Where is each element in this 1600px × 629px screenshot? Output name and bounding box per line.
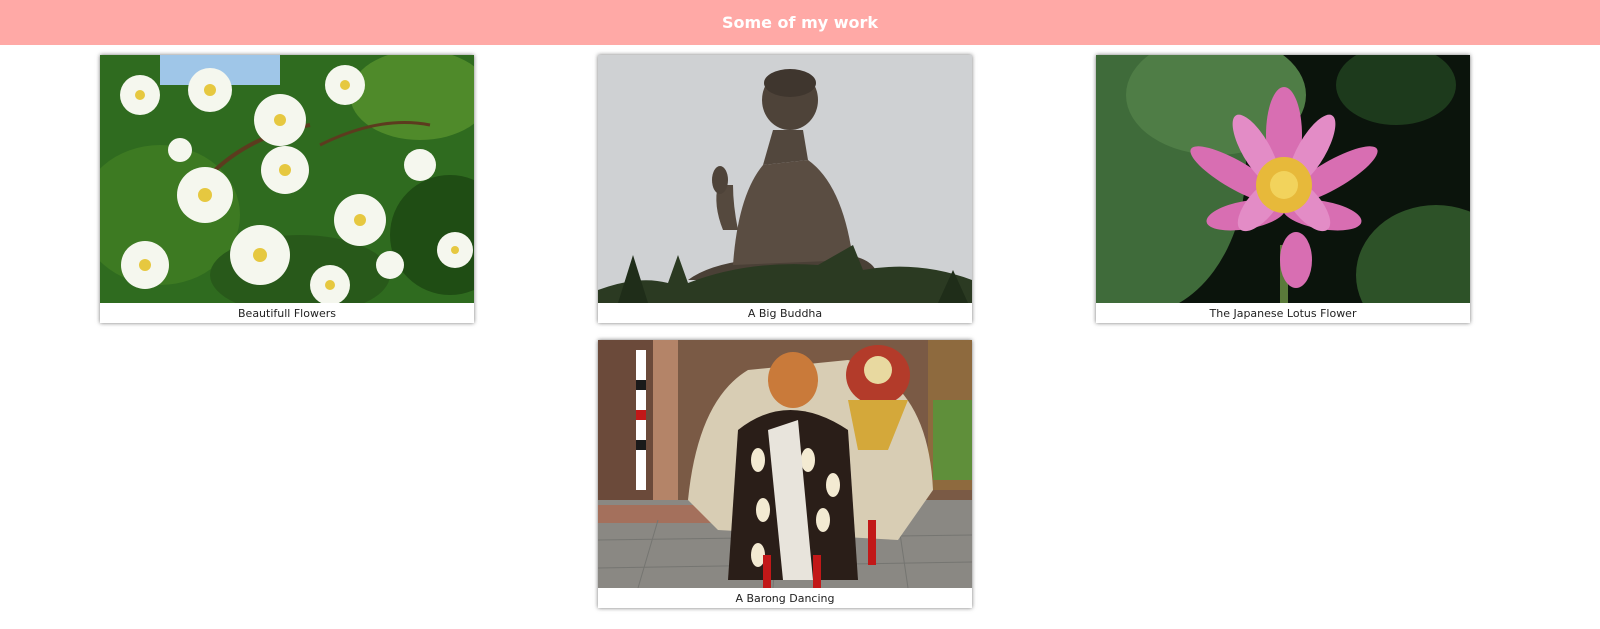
card-caption: A Big Buddha <box>747 307 823 320</box>
gallery-card-buddha[interactable]: A Big Buddha <box>598 55 972 323</box>
pink-lotus-flower-photo[interactable] <box>1096 55 1470 303</box>
big-buddha-statue-photo[interactable] <box>598 55 972 303</box>
card-caption: Beautifull Flowers <box>238 307 336 320</box>
page-header: Some of my work <box>0 0 1600 45</box>
card-caption: The Japanese Lotus Flower <box>1209 307 1357 320</box>
gallery-card-barong[interactable]: A Barong Dancing <box>598 340 972 608</box>
white-jasmine-flowers-photo[interactable] <box>100 55 474 303</box>
card-caption: A Barong Dancing <box>735 592 835 605</box>
gallery-card-flowers[interactable]: Beautifull Flowers <box>100 55 474 323</box>
page-title: Some of my work <box>721 13 879 32</box>
barong-dancer-photo[interactable] <box>598 340 972 588</box>
gallery-card-lotus[interactable]: The Japanese Lotus Flower <box>1096 55 1470 323</box>
